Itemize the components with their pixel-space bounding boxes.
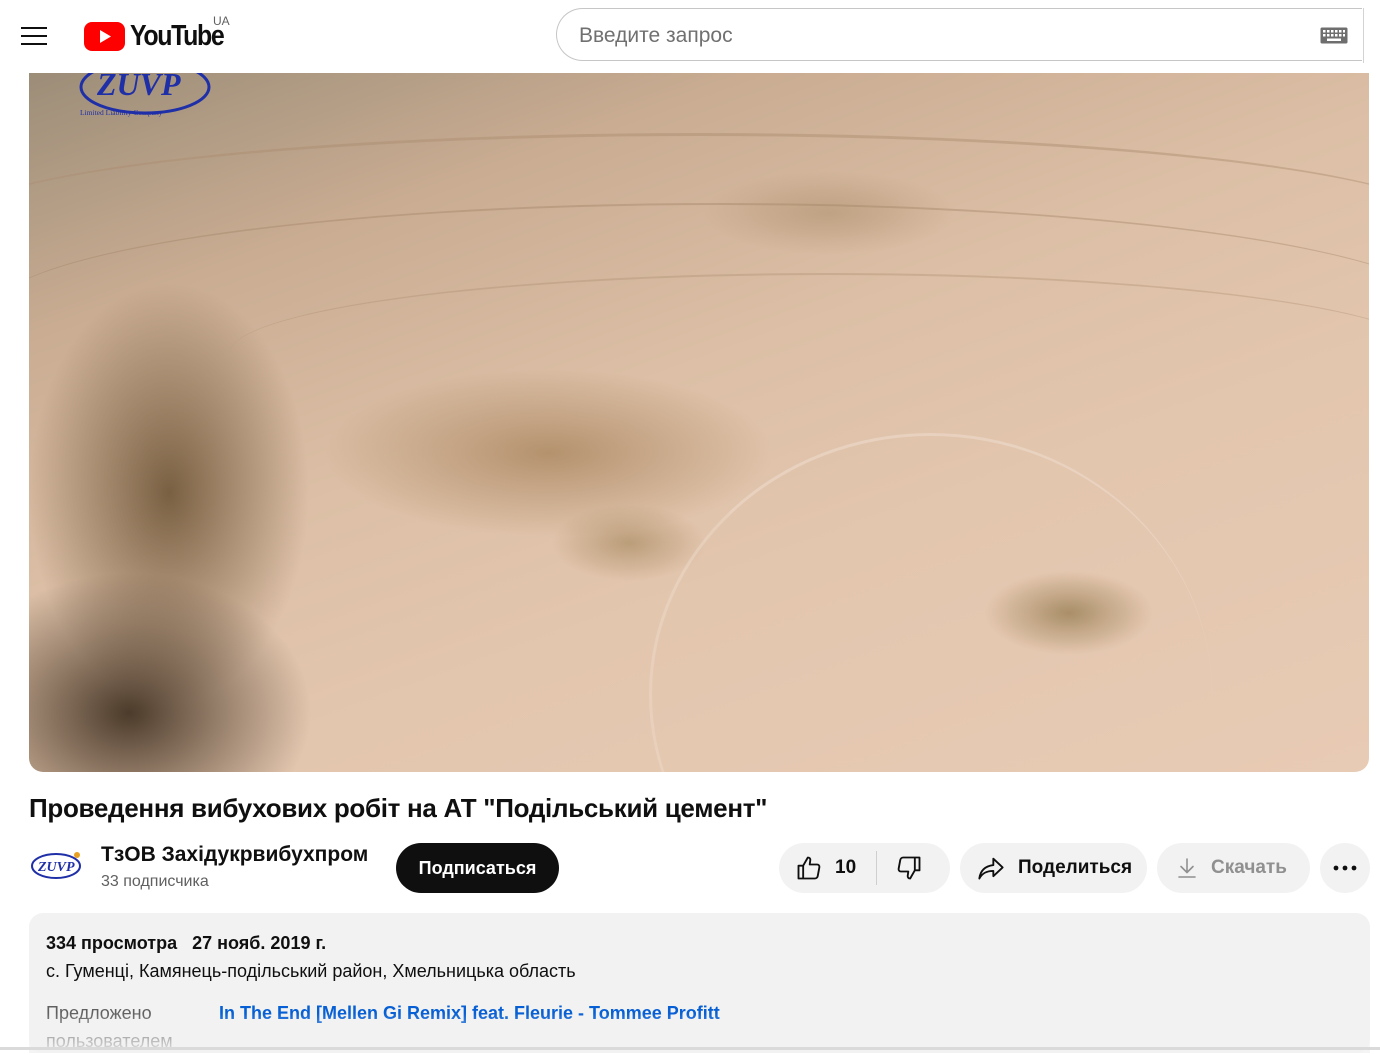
search-button-edge[interactable]	[1363, 8, 1364, 63]
view-count: 334 просмотра	[46, 933, 178, 953]
top-bar: YouTube UA	[0, 0, 1380, 72]
watermark-logo-subtext: Limited Liability Company	[80, 108, 163, 117]
subscribe-button[interactable]: Подписаться	[396, 843, 559, 893]
quarry-road	[649, 433, 1212, 772]
like-count: 10	[835, 857, 857, 878]
share-button[interactable]: Поделиться	[960, 843, 1147, 893]
more-actions-button[interactable]	[1320, 843, 1370, 893]
download-icon	[1178, 858, 1196, 878]
keyboard-icon[interactable]	[1320, 27, 1348, 44]
share-arrow-icon	[978, 857, 1004, 880]
video-player[interactable]: ZUVP Limited Liability Company	[29, 73, 1369, 772]
description-box[interactable]: 334 просмотра 27 нояб. 2019 г. с. Гуменц…	[29, 913, 1370, 1053]
search-input[interactable]	[577, 9, 1301, 62]
channel-watermark-logo: ZUVP Limited Liability Company	[79, 73, 211, 117]
more-horizontal-icon	[1333, 865, 1357, 871]
like-button[interactable]: 10	[779, 843, 856, 893]
like-dislike-group: 10	[779, 843, 950, 893]
avatar-logo-text: ZUVP	[37, 860, 75, 875]
share-label: Поделиться	[1018, 857, 1133, 878]
youtube-play-icon	[84, 21, 125, 51]
subscriber-count: 33 подписчика	[101, 873, 209, 890]
video-location: с. Гуменці, Камянець-подільський район, …	[46, 961, 576, 981]
watermark-logo-text: ZUVP	[96, 73, 181, 102]
hamburger-menu-icon[interactable]	[14, 16, 54, 56]
download-label: Скачать	[1211, 857, 1287, 878]
channel-avatar[interactable]: ZUVP	[30, 845, 84, 887]
quarry-terrace	[229, 273, 1369, 435]
upload-date: 27 нояб. 2019 г.	[192, 933, 327, 953]
thumbs-up-icon	[797, 856, 821, 880]
youtube-logo-text: YouTube	[130, 19, 225, 52]
search-box	[556, 8, 1362, 62]
channel-name[interactable]: ТзОВ Західукрвибухпром	[101, 843, 368, 867]
video-title: Проведення вибухових робіт на АТ "Поділь…	[29, 793, 768, 823]
thumbs-down-icon	[897, 856, 921, 880]
dislike-button[interactable]	[877, 843, 923, 893]
country-code: UA	[213, 14, 230, 28]
video-meta: 334 просмотра 27 нояб. 2019 г.	[46, 933, 326, 954]
download-button[interactable]: Скачать	[1157, 843, 1310, 893]
